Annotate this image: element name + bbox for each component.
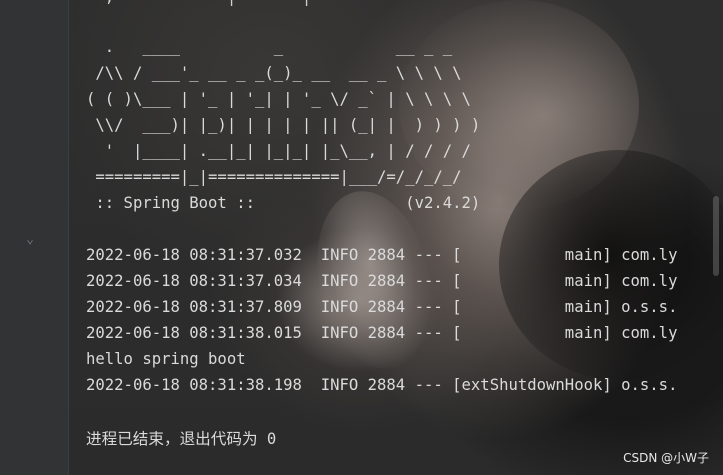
vertical-scrollbar[interactable] [713,196,719,276]
banner-line: \\/ ___)| |_)| | | | | || (_| | ) ) ) ) [86,116,481,134]
spring-boot-banner: . ____ _ __ _ _ /\\ / ___'_ __ _ _(_)_ _… [86,34,480,216]
banner-version-line: :: Spring Boot :: (v2.4.2) [86,194,481,212]
exit-message: 进程已结束，退出代码为 0 [86,430,277,448]
run-console[interactable]: , ' | '-' ' | ' ' ' ' ' ' ' ' ' . ____ _… [69,0,723,475]
console-top-fragment: , ' | '-' ' | ' ' ' ' ' ' ' ' ' [86,0,631,10]
banner-line: =========|_|==============|___/=/_/_/_/ [86,168,462,186]
exit-status: 进程已结束，退出代码为 0 [86,426,276,452]
log-line: 2022-06-18 08:31:37.809 INFO 2884 --- [ … [86,298,678,316]
log-output: 2022-06-18 08:31:37.032 INFO 2884 --- [ … [86,242,677,398]
log-line: 2022-06-18 08:31:38.198 INFO 2884 --- [e… [86,376,678,394]
log-line: 2022-06-18 08:31:37.034 INFO 2884 --- [ … [86,272,678,290]
log-line: 2022-06-18 08:31:37.032 INFO 2884 --- [ … [86,246,678,264]
banner-line: ( ( )\___ | '_ | '_| | '_ \/ _` | \ \ \ … [86,90,471,108]
watermark: CSDN @小W子 [623,451,709,465]
fold-icon[interactable]: ⌄ [20,230,40,250]
banner-line: /\\ / ___'_ __ _ _(_)_ __ __ _ \ \ \ \ [86,64,462,82]
console-gutter: ⌄ [0,0,69,475]
banner-line: ' |____| .__|_| |_|_| |_\__, | / / / / [86,142,471,160]
stdout-line: hello spring boot [86,350,246,368]
log-line: 2022-06-18 08:31:38.015 INFO 2884 --- [ … [86,324,678,342]
banner-line: . ____ _ __ _ _ [86,38,453,56]
